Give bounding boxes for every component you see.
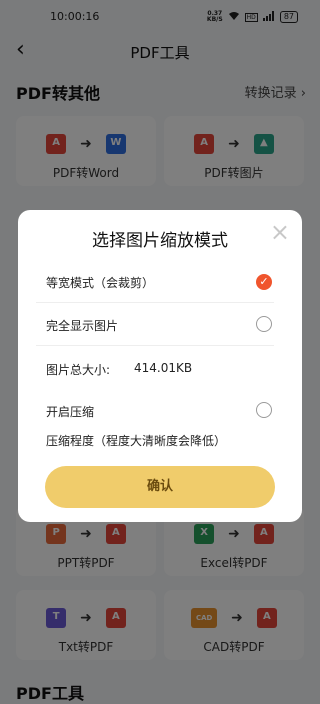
divider bbox=[36, 345, 274, 346]
option-fit-width-radio[interactable]: ✓ bbox=[256, 274, 272, 290]
compress-label[interactable]: 开启压缩 bbox=[46, 403, 94, 420]
confirm-button[interactable]: 确认 bbox=[45, 466, 275, 508]
close-icon[interactable]: × bbox=[270, 220, 290, 244]
option-full-label[interactable]: 完全显示图片 bbox=[46, 317, 118, 334]
compress-radio[interactable] bbox=[256, 402, 272, 418]
total-size-label: 图片总大小: bbox=[46, 363, 111, 377]
compress-level-label: 压缩程度（程度大清晰度会降低） bbox=[46, 434, 227, 448]
divider bbox=[36, 302, 274, 303]
zoom-mode-dialog: 选择图片缩放模式 × 等宽模式（会裁剪） ✓ 完全显示图片 图片总大小: 414… bbox=[18, 210, 302, 522]
total-size-value: 414.01KB bbox=[134, 361, 193, 375]
option-fit-width-label[interactable]: 等宽模式（会裁剪） bbox=[46, 274, 154, 291]
option-full-radio[interactable] bbox=[256, 316, 272, 332]
dialog-title: 选择图片缩放模式 bbox=[92, 231, 228, 251]
